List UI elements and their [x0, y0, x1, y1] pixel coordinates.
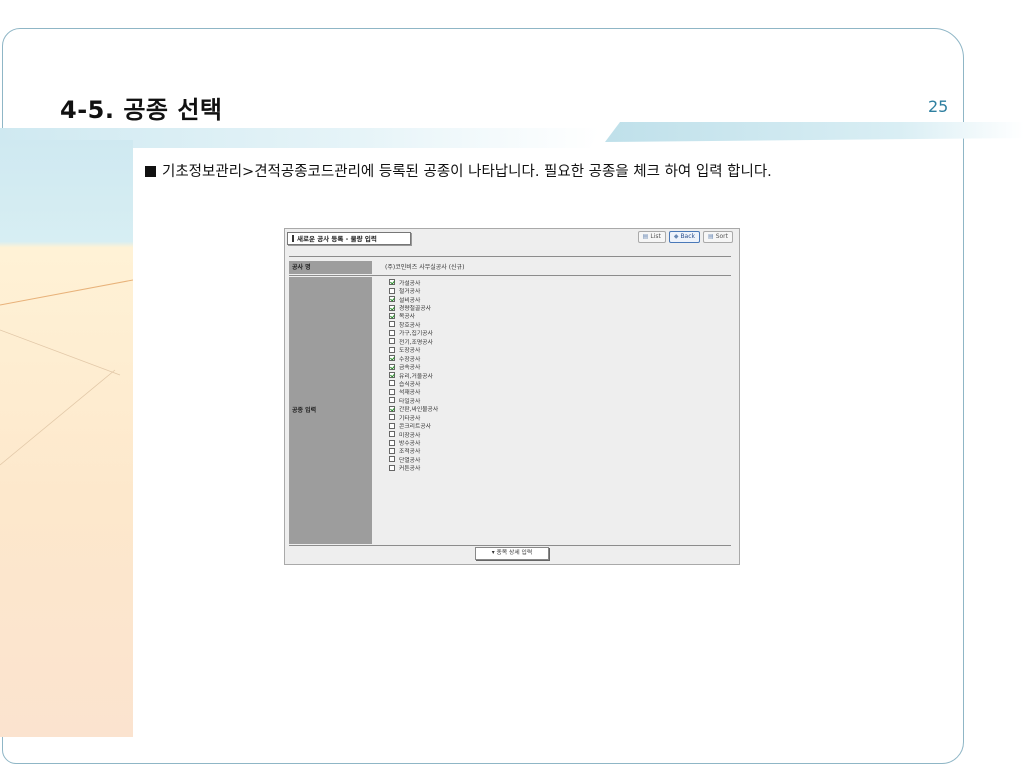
- instruction-label: 기초정보관리>견적공종코드관리에 등록된 공종이 나타납니다. 필요한 공종을 …: [162, 164, 772, 180]
- detail-input-button[interactable]: ▾ 종목 상세 입력: [475, 547, 549, 560]
- trade-checkbox[interactable]: [389, 279, 395, 286]
- divider: [289, 275, 731, 276]
- left-decoration: [0, 140, 133, 737]
- trade-label-text: 커튼공사: [399, 466, 421, 473]
- trade-checkbox[interactable]: [389, 363, 395, 370]
- header-band: [0, 122, 1024, 148]
- trade-checkbox[interactable]: [389, 312, 395, 319]
- trade-checkbox[interactable]: [389, 287, 395, 294]
- trade-label: 공종 입력: [292, 407, 317, 414]
- trade-checkbox[interactable]: [389, 414, 395, 421]
- project-name: (주)코인비즈 사무실공사 (신규): [385, 264, 465, 271]
- trade-checkbox-list: 가설공사 철거공사 설비공사 경량철골공사 목공사 창호공사 가구,집기공사 전기,조명공사 도…: [389, 278, 438, 472]
- sort-button[interactable]: ▤ Sort: [703, 231, 733, 243]
- trade-checkbox[interactable]: [389, 329, 395, 336]
- toolbar: ▤ List ◆ Back ▤ Sort: [637, 231, 733, 243]
- trade-checkbox[interactable]: [389, 422, 395, 429]
- trade-item[interactable]: 커튼공사: [389, 464, 438, 472]
- divider: [289, 545, 731, 546]
- trade-checkbox[interactable]: [389, 304, 395, 311]
- trade-label-cell: 공종 입력: [289, 277, 372, 544]
- trade-checkbox[interactable]: [389, 321, 395, 328]
- page-number: 25: [928, 97, 949, 116]
- back-icon: ◆: [673, 233, 679, 240]
- list-icon: ▤: [642, 233, 649, 240]
- window-title: 새로운 공사 등록 - 물량 입력: [287, 232, 411, 245]
- trade-checkbox[interactable]: [389, 346, 395, 353]
- trade-checkbox[interactable]: [389, 456, 395, 463]
- project-label: 공사 명: [289, 261, 372, 274]
- trade-checkbox[interactable]: [389, 439, 395, 446]
- trade-checkbox[interactable]: [389, 464, 395, 471]
- sort-icon: ▤: [708, 233, 714, 240]
- back-button[interactable]: ◆ Back: [668, 231, 701, 243]
- dropdown-arrow-icon: ▾: [491, 550, 495, 556]
- trade-checkbox[interactable]: [389, 296, 395, 303]
- trade-checkbox[interactable]: [389, 355, 395, 362]
- divider: [289, 256, 731, 257]
- bullet-square-icon: [145, 166, 156, 177]
- trade-checkbox[interactable]: [389, 431, 395, 438]
- trade-checkbox[interactable]: [389, 388, 395, 395]
- project-row: 공사 명 (주)코인비즈 사무실공사 (신규): [289, 261, 731, 274]
- title-bar-icon: [292, 235, 294, 242]
- trade-checkbox[interactable]: [389, 338, 395, 345]
- list-button[interactable]: ▤ List: [637, 231, 666, 243]
- trade-checkbox[interactable]: [389, 397, 395, 404]
- trade-checkbox[interactable]: [389, 405, 395, 412]
- app-window: 새로운 공사 등록 - 물량 입력 ▤ List ◆ Back ▤ Sort 공사 명…: [284, 228, 740, 565]
- trade-checkbox[interactable]: [389, 380, 395, 387]
- trade-checkbox[interactable]: [389, 447, 395, 454]
- trade-checkbox[interactable]: [389, 372, 395, 379]
- instruction-text: 기초정보관리>견적공종코드관리에 등록된 공종이 나타납니다. 필요한 공종을 …: [145, 160, 772, 181]
- window-title-text: 새로운 공사 등록 - 물량 입력: [297, 235, 377, 243]
